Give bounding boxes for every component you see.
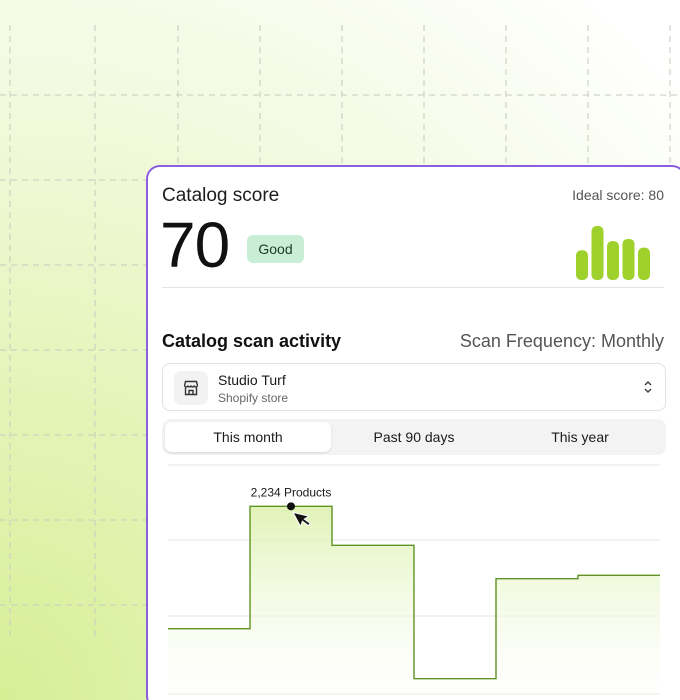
score-mini-bar — [607, 241, 619, 280]
catalog-score-title: Catalog score — [162, 185, 280, 206]
scan-activity-title: Catalog scan activity — [162, 331, 342, 351]
storefront-icon — [174, 371, 208, 405]
scan-activity-chart: 2,234 Products — [168, 464, 660, 700]
section-divider — [162, 287, 664, 288]
store-type: Shopify store — [218, 391, 289, 405]
catalog-score-value: 70 — [160, 209, 230, 281]
store-name: Studio Turf — [218, 372, 286, 388]
ideal-score-label: Ideal score: 80 — [572, 187, 664, 203]
chevron-up-down-icon — [644, 380, 652, 394]
tab-this-year[interactable]: This year — [497, 422, 663, 452]
score-mini-bar — [638, 247, 650, 280]
time-range-tabs: This month Past 90 days This year — [162, 419, 666, 455]
score-status-badge: Good — [247, 235, 304, 263]
catalog-card: Catalog score Ideal score: 80 70 Good Ca… — [146, 165, 680, 700]
chart-tooltip-label: 2,234 Products — [251, 485, 332, 499]
tab-past-90-days[interactable]: Past 90 days — [331, 422, 497, 452]
store-selector[interactable]: Studio Turf Shopify store — [162, 363, 666, 411]
score-mini-bar — [591, 226, 604, 280]
chart-highlight-point[interactable] — [287, 502, 295, 511]
score-mini-bar — [576, 250, 588, 280]
tab-this-month[interactable]: This month — [165, 422, 331, 452]
scan-frequency-label: Scan Frequency: Monthly — [459, 331, 664, 351]
score-mini-bar-chart — [576, 226, 650, 280]
score-mini-bar — [622, 238, 635, 280]
